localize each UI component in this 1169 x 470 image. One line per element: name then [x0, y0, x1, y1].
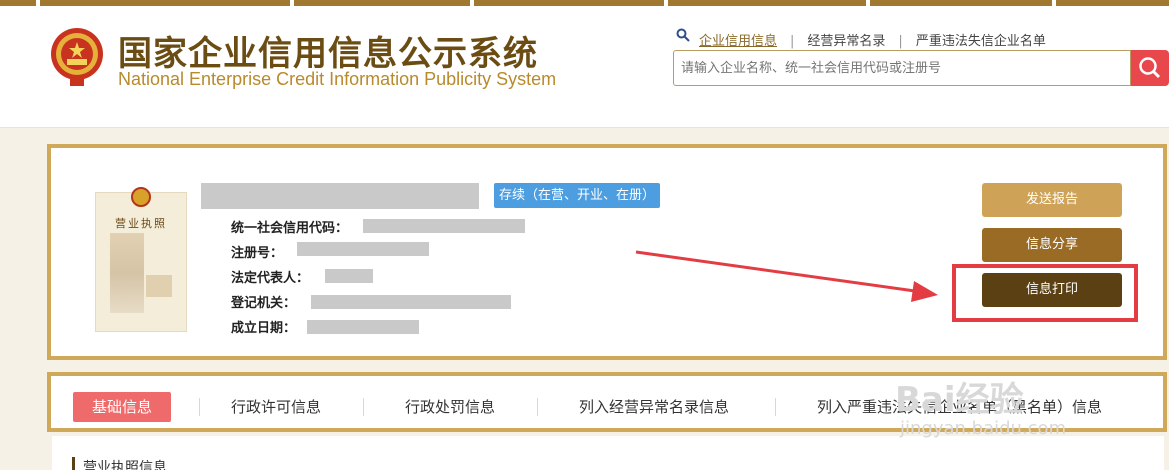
- legal-rep-label: 法定代表人：: [231, 271, 310, 286]
- authority-label: 登记机关：: [231, 296, 297, 311]
- tab-admin-license[interactable]: 行政许可信息: [231, 392, 321, 422]
- share-info-button[interactable]: 信息分享: [982, 228, 1122, 262]
- reg-no-redacted: [297, 242, 429, 256]
- tab-divider: [537, 398, 538, 416]
- credit-code-redacted: [363, 219, 525, 233]
- license-emblem-icon: [131, 187, 151, 207]
- company-name-redacted: [201, 183, 479, 209]
- search-button-icon: [1139, 57, 1161, 79]
- nav-separator: |: [790, 34, 795, 49]
- site-header: 国家企业信用信息公示系统 National Enterprise Credit …: [0, 6, 1169, 128]
- annotation-highlight-box: [952, 264, 1138, 322]
- tab-divider: [775, 398, 776, 416]
- nav-link-blacklist[interactable]: 严重违法失信企业名单: [916, 30, 1046, 49]
- business-license-thumbnail[interactable]: 营业执照: [95, 187, 187, 332]
- license-blurred-content: [146, 275, 172, 297]
- license-blurred-content: [110, 233, 144, 313]
- search-input[interactable]: [674, 51, 1130, 85]
- top-nav: 企业信用信息 | 经营异常名录 | 严重违法失信企业名单: [699, 30, 1046, 49]
- content-area: [52, 436, 1164, 470]
- tab-divider: [199, 398, 200, 416]
- license-title: 营业执照: [115, 217, 167, 230]
- watermark-text: Bai经验: [895, 380, 1024, 420]
- nav-link-abnormal-list[interactable]: 经营异常名录: [807, 30, 885, 49]
- send-report-button[interactable]: 发送报告: [982, 183, 1122, 217]
- watermark-url: jingyan.baidu.com: [900, 418, 1067, 439]
- search-box: [673, 50, 1131, 86]
- national-emblem-icon: [51, 28, 103, 86]
- site-title-cn: 国家企业信用信息公示系统: [118, 34, 538, 74]
- tab-admin-penalty[interactable]: 行政处罚信息: [405, 392, 495, 422]
- tab-divider: [363, 398, 364, 416]
- reg-no-label: 注册号：: [231, 246, 284, 261]
- search-button[interactable]: [1131, 50, 1169, 86]
- site-title-en: National Enterprise Credit Information P…: [118, 69, 557, 89]
- section-title-license: 营业执照信息: [72, 457, 167, 470]
- search-icon: [676, 28, 690, 42]
- credit-code-label: 统一社会信用代码：: [231, 221, 349, 236]
- nav-link-credit-info[interactable]: 企业信用信息: [699, 30, 777, 49]
- status-badge: 存续（在营、开业、在册）: [494, 183, 661, 208]
- company-info-card: 营业执照 存续（在营、开业、在册） 统一社会信用代码： 注册号： 法定代表人： …: [47, 144, 1167, 360]
- legal-rep-redacted: [325, 269, 373, 283]
- tab-basic-info[interactable]: 基础信息: [73, 392, 171, 422]
- established-redacted: [307, 320, 419, 334]
- authority-redacted: [311, 295, 511, 309]
- tab-abnormal-list[interactable]: 列入经营异常名录信息: [579, 392, 729, 422]
- annotation-arrow-icon: [635, 250, 938, 302]
- established-label: 成立日期：: [231, 321, 297, 336]
- nav-separator: |: [898, 34, 903, 49]
